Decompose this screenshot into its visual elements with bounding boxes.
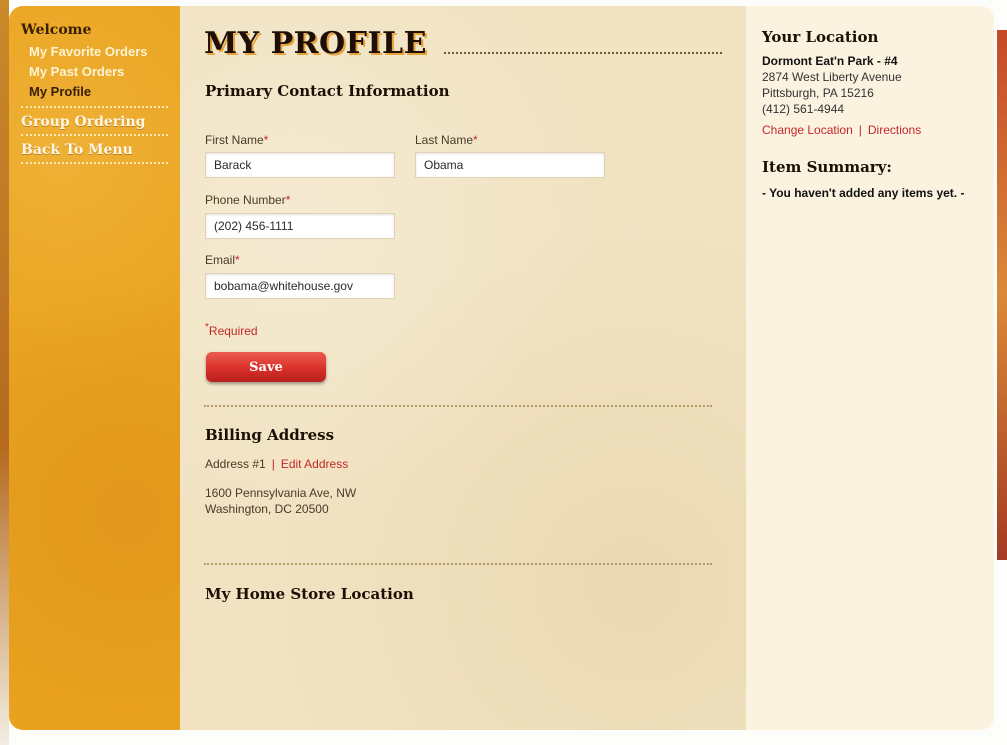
account-submenu: My Favorite Orders My Past Orders My Pro… [9, 42, 180, 102]
first-name-label: First Name* [205, 133, 268, 147]
required-asterisk: * [285, 193, 291, 207]
link-separator: | [271, 457, 275, 471]
profile-content: MY PROFILE Primary Contact Information F… [180, 6, 746, 730]
required-asterisk: * [263, 133, 269, 147]
address-label: Address #1 [205, 457, 266, 471]
sidebar-item-back-to-menu[interactable]: Back To Menu [9, 136, 180, 164]
sidebar-item-my-profile[interactable]: My Profile [9, 82, 180, 102]
sidebar-divider [21, 162, 168, 164]
required-asterisk: * [235, 253, 240, 267]
your-location-heading: Your Location [762, 28, 879, 46]
required-note-text: Required [208, 324, 258, 338]
last-name-label: Last Name* [415, 133, 478, 147]
email-field[interactable] [205, 273, 395, 299]
save-button[interactable]: Save [206, 352, 326, 382]
billing-section-heading: Billing Address [205, 426, 335, 444]
last-name-field[interactable] [415, 152, 605, 178]
section-divider [204, 405, 712, 407]
item-summary-heading: Item Summary: [762, 158, 892, 176]
sidebar-item-group-ordering[interactable]: Group Ordering [9, 108, 180, 136]
title-divider [444, 52, 722, 54]
sidebar-item-past-orders[interactable]: My Past Orders [9, 62, 180, 82]
billing-address-line-2: Washington, DC 20500 [205, 502, 329, 516]
account-sidebar: Welcome My Favorite Orders My Past Order… [9, 6, 180, 730]
contact-section-heading: Primary Contact Information [205, 82, 450, 100]
billing-address-line-1: 1600 Pennsylvania Ave, NW [205, 486, 357, 500]
home-store-section-heading: My Home Store Location [205, 585, 414, 603]
right-edge-decor [997, 30, 1007, 560]
first-name-field[interactable] [205, 152, 395, 178]
store-city: Pittsburgh, PA 15216 [762, 86, 874, 100]
order-info-column: Your Location Dormont Eat'n Park - #4 28… [746, 6, 994, 730]
profile-panel: Welcome My Favorite Orders My Past Order… [9, 6, 994, 730]
sidebar-item-favorite-orders[interactable]: My Favorite Orders [9, 42, 180, 62]
email-label: Email* [205, 253, 240, 267]
phone-label-text: Phone Number [205, 193, 286, 207]
location-links: Change Location | Directions [762, 122, 921, 138]
phone-label: Phone Number* [205, 193, 290, 207]
directions-link[interactable]: Directions [868, 123, 921, 137]
phone-field[interactable] [205, 213, 395, 239]
store-phone: (412) 561-4944 [762, 102, 845, 116]
first-name-label-text: First Name [205, 133, 264, 147]
item-summary-empty-text: - You haven't added any items yet. - [762, 186, 965, 200]
store-name: Dormont Eat'n Park - #4 [762, 54, 898, 68]
section-divider [204, 563, 712, 565]
page-title: MY PROFILE [204, 26, 427, 61]
required-note: *Required [205, 322, 258, 338]
link-separator: | [858, 123, 862, 137]
billing-address-row: Address #1 | Edit Address [205, 457, 348, 471]
sidebar-welcome-heading: Welcome [21, 22, 92, 38]
store-street: 2874 West Liberty Avenue [762, 70, 902, 84]
change-location-link[interactable]: Change Location [762, 123, 853, 137]
left-edge-decor [0, 0, 9, 745]
email-label-text: Email [205, 253, 236, 267]
last-name-label-text: Last Name [415, 133, 474, 147]
required-asterisk: * [473, 133, 478, 147]
edit-address-link[interactable]: Edit Address [281, 457, 348, 471]
